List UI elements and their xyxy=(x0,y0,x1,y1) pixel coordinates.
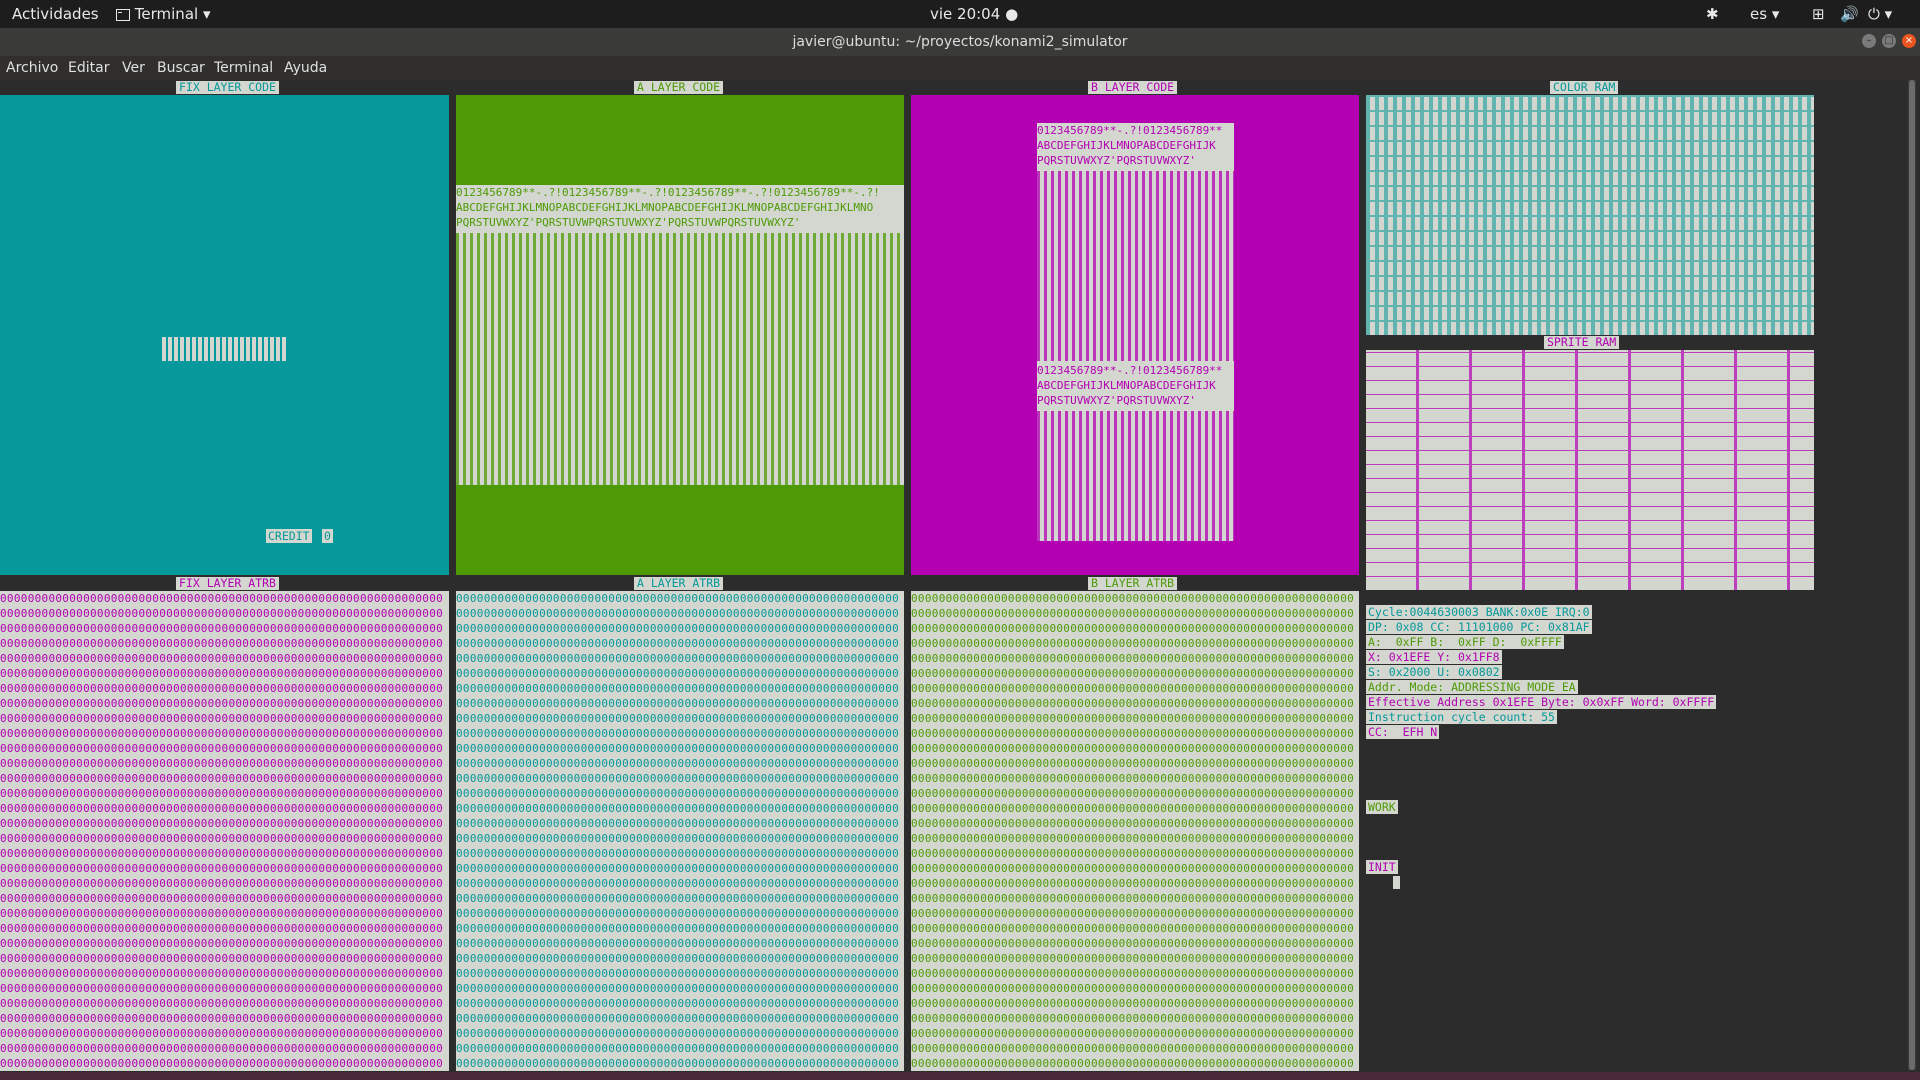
menu-buscar[interactable]: Buscar xyxy=(157,60,205,76)
chevron-down-icon: ▾ xyxy=(202,5,211,23)
a-tile-graphics xyxy=(456,233,904,485)
fix-tile-strip xyxy=(162,337,288,361)
a-layer-code-panel: 0123456789**-.?!0123456789**-.?!01234567… xyxy=(456,95,904,575)
volume-icon[interactable]: 🔊 xyxy=(1840,5,1859,23)
status-init: INIT xyxy=(1366,860,1398,874)
b-layer-code-title: B LAYER CODE xyxy=(1088,81,1178,94)
b-atrb-dump: 0000000000000000000000000000000000000000… xyxy=(911,592,1355,1070)
clock-label: vie 20:04 xyxy=(930,5,1001,23)
scrollbar-thumb[interactable] xyxy=(1909,80,1915,1070)
a-tilemap-area: 0123456789**-.?!0123456789**-.?!01234567… xyxy=(456,185,904,485)
maximize-icon[interactable]: □ xyxy=(1882,34,1896,48)
b-charset-line2: ABCDEFGHIJKLMNOPABCDEFGHIJK xyxy=(1037,139,1216,152)
credit-value: 0 xyxy=(322,529,333,543)
b-charset-line1: 0123456789**-.?!0123456789** xyxy=(1037,124,1223,137)
b-charset-line1-repeat: 0123456789**-.?!0123456789** xyxy=(1037,364,1223,377)
color-ram-dump xyxy=(1366,95,1814,335)
b-tile-graphics-bottom xyxy=(1037,411,1234,541)
activities-button[interactable]: Actividades xyxy=(12,5,99,23)
menu-editar[interactable]: Editar xyxy=(68,60,109,76)
window-bottom-edge xyxy=(0,1072,1920,1080)
terminal-cursor xyxy=(1393,876,1400,889)
fix-atrb-dump: 0000000000000000000000000000000000000000… xyxy=(0,592,444,1070)
close-icon[interactable]: × xyxy=(1902,34,1916,48)
sprite-ram-title: SPRITE RAM xyxy=(1544,336,1620,349)
fix-layer-code-title: FIX LAYER CODE xyxy=(176,81,279,94)
reg-effective-address: Effective Address 0x1EFE Byte: 0x0xFF Wo… xyxy=(1366,695,1717,709)
b-tile-graphics-top xyxy=(1037,171,1234,361)
a-charset-line2: ABCDEFGHIJKLMNOPABCDEFGHIJKLMNOPABCDEFGH… xyxy=(456,201,874,214)
power-icon[interactable]: ⏻ ▾ xyxy=(1868,5,1892,23)
window-title: javier@ubuntu: ~/proyectos/konami2_simul… xyxy=(792,34,1128,50)
app-menu-label: Terminal xyxy=(134,5,199,23)
reg-instruction-count: Instruction cycle count: 55 xyxy=(1366,710,1557,724)
clock[interactable]: vie 20:04 ● xyxy=(930,5,1018,23)
a-atrb-dump: 0000000000000000000000000000000000000000… xyxy=(456,592,900,1070)
color-ram-title: COLOR RAM xyxy=(1550,81,1619,94)
reg-dp-cc-pc: DP: 0x08 CC: 11101000 PC: 0x81AF xyxy=(1366,620,1592,634)
reg-s-u: S: 0x2000 U: 0x0802 xyxy=(1366,665,1502,679)
credit-label: CREDIT xyxy=(266,529,312,543)
chevron-down-icon: ▾ xyxy=(1771,5,1780,23)
reg-a-b-d: A: 0xFF B: 0xFF D: 0xFFFF xyxy=(1366,635,1564,649)
window-title-bar[interactable]: javier@ubuntu: ~/proyectos/konami2_simul… xyxy=(0,28,1920,56)
menu-archivo[interactable]: Archivo xyxy=(6,60,58,76)
lang-label: es xyxy=(1750,5,1768,23)
b-charset-line3: PQRSTUVWXYZ'PQRSTUVWXYZ' xyxy=(1037,154,1196,167)
b-layer-atrb-title: B LAYER ATRB xyxy=(1088,577,1178,590)
fix-layer-code-panel: CREDIT 0 xyxy=(0,95,449,575)
b-charset-line2-repeat: ABCDEFGHIJKLMNOPABCDEFGHIJK xyxy=(1037,379,1216,392)
fix-layer-atrb-title: FIX LAYER ATRB xyxy=(176,577,279,590)
terminal-app-menu[interactable]: Terminal ▾ xyxy=(116,5,211,23)
b-tilemap-area: 0123456789**-.?!0123456789** ABCDEFGHIJK… xyxy=(1037,123,1234,541)
menu-bar: Archivo Editar Ver Buscar Terminal Ayuda xyxy=(0,56,1920,80)
color-ram-panel xyxy=(1366,95,1814,335)
menu-ver[interactable]: Ver xyxy=(122,60,145,76)
fix-layer-atrb-panel: 0000000000000000000000000000000000000000… xyxy=(0,591,449,1071)
reg-cycle: Cycle:0044630003 BANK:0x0E IRQ:0 xyxy=(1366,605,1592,619)
minimize-icon[interactable]: – xyxy=(1862,34,1876,48)
reg-addr-mode: Addr. Mode: ADDRESSING MODE EA xyxy=(1366,680,1578,694)
bluetooth-icon[interactable]: ✱ xyxy=(1706,5,1719,23)
b-layer-code-panel: 0123456789**-.?!0123456789** ABCDEFGHIJK… xyxy=(911,95,1359,575)
keyboard-layout-menu[interactable]: es ▾ xyxy=(1750,5,1779,23)
reg-cc-flags: CC: EFH N xyxy=(1366,725,1440,739)
sprite-ram-panel xyxy=(1366,350,1814,590)
status-work: WORK xyxy=(1366,800,1398,814)
a-layer-atrb-panel: 0000000000000000000000000000000000000000… xyxy=(456,591,904,1071)
gnome-top-bar: Actividades Terminal ▾ vie 20:04 ● ✱ es … xyxy=(0,0,1920,28)
terminal-icon xyxy=(116,8,130,21)
a-charset-line1: 0123456789**-.?!0123456789**-.?!01234567… xyxy=(456,186,880,199)
menu-terminal[interactable]: Terminal xyxy=(214,60,273,76)
network-icon[interactable]: ⊞ xyxy=(1812,5,1825,23)
terminal-scrollbar[interactable] xyxy=(1908,80,1916,1070)
a-layer-atrb-title: A LAYER ATRB xyxy=(634,577,724,590)
reg-x-y: X: 0x1EFE Y: 0x1FF8 xyxy=(1366,650,1502,664)
notification-dot-icon: ● xyxy=(1005,5,1019,23)
a-charset-line3: PQRSTUVWXYZ'PQRSTUVWPQRSTUVWXYZ'PQRSTUVW… xyxy=(456,216,801,229)
b-layer-atrb-panel: 0000000000000000000000000000000000000000… xyxy=(911,591,1359,1071)
a-layer-code-title: A LAYER CODE xyxy=(634,81,724,94)
menu-ayuda[interactable]: Ayuda xyxy=(284,60,327,76)
b-charset-line3-repeat: PQRSTUVWXYZ'PQRSTUVWXYZ' xyxy=(1037,394,1196,407)
sprite-ram-dump xyxy=(1366,350,1814,590)
